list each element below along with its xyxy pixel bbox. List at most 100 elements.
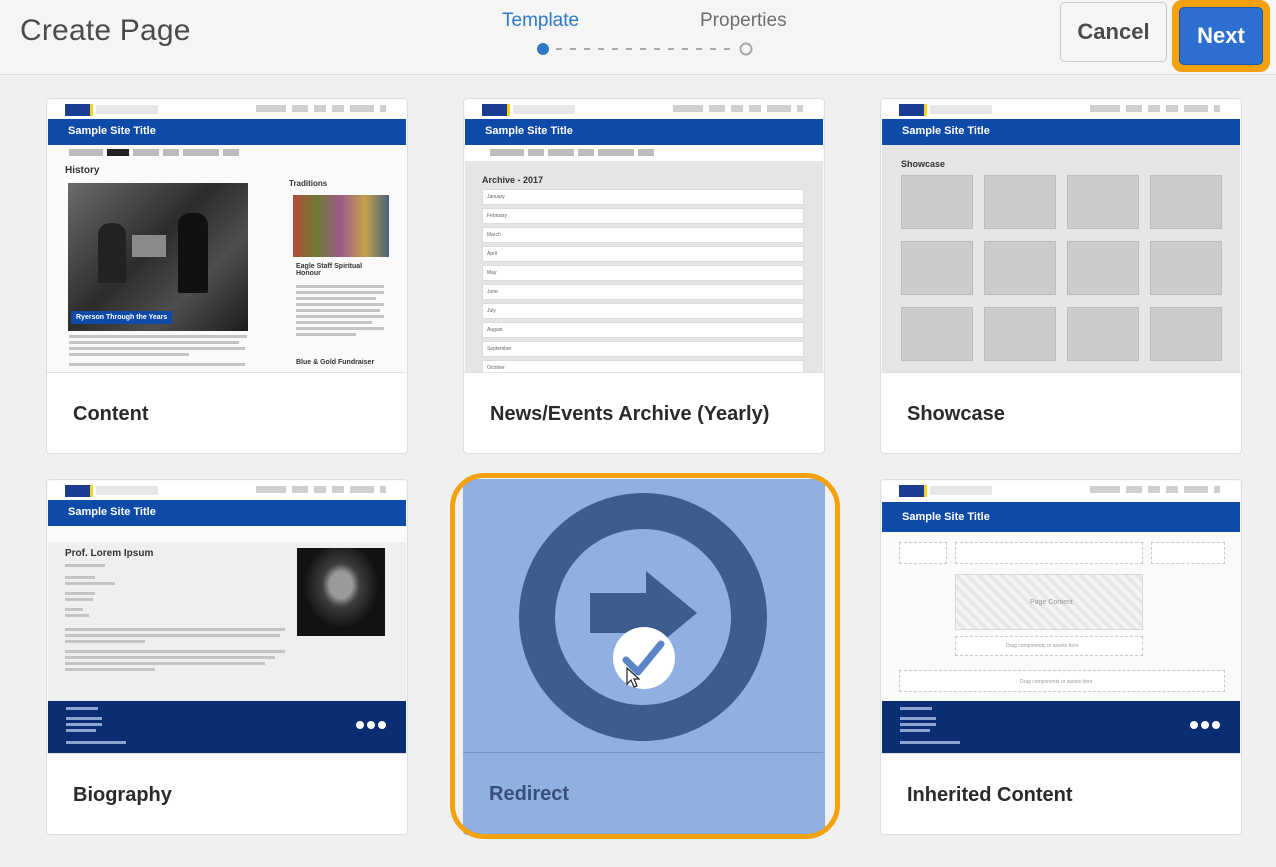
- archive-row: July: [482, 303, 804, 319]
- site-logo: [899, 485, 927, 497]
- template-label: Inherited Content: [907, 784, 1073, 806]
- archive-row: February: [482, 208, 804, 224]
- mini-site-header: [882, 481, 1240, 499]
- archive-row: September: [482, 341, 804, 357]
- site-banner: Sample Site Title: [882, 119, 1240, 145]
- template-thumbnail: Sample Site Title Page Content Drag comp…: [881, 480, 1241, 754]
- drop-zone: [899, 542, 947, 564]
- template-label: Biography: [73, 784, 172, 806]
- template-label: Content: [73, 403, 149, 425]
- showcase-tile: [984, 241, 1056, 295]
- showcase-tile: [1150, 175, 1222, 229]
- site-title: Sample Site Title: [902, 125, 990, 137]
- site-title: Sample Site Title: [485, 125, 573, 137]
- preview-heading: History: [65, 165, 100, 176]
- site-search: [513, 105, 575, 114]
- archive-row: October: [482, 360, 804, 372]
- site-logo: [65, 485, 93, 497]
- template-thumbnail: Sample Site Title Showcase: [881, 99, 1241, 373]
- showcase-tile: [1150, 307, 1222, 361]
- template-label: Showcase: [907, 403, 1005, 425]
- traditions-photo: [293, 195, 389, 257]
- template-thumbnail: Sample Site Title Prof. Lorem Ipsum: [47, 480, 407, 754]
- page-title: Create Page: [20, 14, 191, 47]
- drop-zone: Drag components or assets here: [899, 670, 1225, 692]
- site-nav: [1090, 486, 1220, 493]
- drop-zone: Drag components or assets here: [955, 636, 1143, 656]
- page-content-zone: Page Content: [955, 574, 1143, 630]
- site-title: Sample Site Title: [68, 125, 156, 137]
- showcase-tile: [1067, 175, 1139, 229]
- template-card-biography[interactable]: Sample Site Title Prof. Lorem Ipsum Biog…: [46, 479, 408, 835]
- next-button[interactable]: Next: [1179, 7, 1263, 65]
- site-search: [96, 486, 158, 495]
- drop-zone: [1151, 542, 1225, 564]
- site-nav: [673, 105, 803, 112]
- showcase-tile: [984, 307, 1056, 361]
- archive-row: January: [482, 189, 804, 205]
- mouse-pointer-icon: [626, 666, 641, 694]
- site-banner: Sample Site Title: [48, 119, 406, 145]
- sidebar-item-2: Blue & Gold Fundraiser: [296, 359, 375, 366]
- archive-row: April: [482, 246, 804, 262]
- showcase-tile: [901, 307, 973, 361]
- site-logo: [65, 104, 93, 116]
- site-search: [930, 486, 992, 495]
- showcase-tile: [984, 175, 1056, 229]
- template-card-redirect[interactable]: Redirect: [463, 479, 825, 835]
- template-label: News/Events Archive (Yearly): [490, 403, 770, 425]
- showcase-tile: [901, 175, 973, 229]
- drop-zone: [955, 542, 1143, 564]
- template-thumbnail: [463, 479, 823, 753]
- site-banner: Sample Site Title: [48, 500, 406, 526]
- site-logo: [482, 104, 510, 116]
- checkmark-icon: [613, 627, 675, 689]
- mini-site-header: [48, 481, 406, 499]
- archive-row: May: [482, 265, 804, 281]
- template-card-content[interactable]: Sample Site Title History Ryerson Throug…: [46, 98, 408, 454]
- step-properties[interactable]: Properties: [700, 10, 787, 32]
- showcase-tile: [901, 241, 973, 295]
- wizard-progress: [536, 42, 756, 56]
- site-title: Sample Site Title: [902, 511, 990, 523]
- bio-portrait: [297, 548, 385, 636]
- template-card-inherited-content[interactable]: Sample Site Title Page Content Drag comp…: [880, 479, 1242, 835]
- showcase-tile: [1067, 307, 1139, 361]
- site-nav: [256, 105, 386, 112]
- template-card-showcase[interactable]: Sample Site Title Showcase Showcase: [880, 98, 1242, 454]
- site-tabs: [490, 149, 654, 156]
- next-button-highlight: Next: [1172, 0, 1270, 72]
- archive-row: August: [482, 322, 804, 338]
- template-label: Redirect: [489, 783, 570, 805]
- site-nav: [256, 486, 386, 493]
- bio-name: Prof. Lorem Ipsum: [65, 548, 154, 559]
- mini-site-header: [882, 100, 1240, 118]
- site-tabs: [69, 149, 239, 156]
- showcase-heading: Showcase: [901, 159, 946, 169]
- site-search: [930, 105, 992, 114]
- site-search: [96, 105, 158, 114]
- archive-row: June: [482, 284, 804, 300]
- step-template[interactable]: Template: [502, 10, 579, 32]
- site-title: Sample Site Title: [68, 506, 156, 518]
- mini-site-header: [48, 100, 406, 118]
- step-dot-next: [739, 42, 753, 56]
- cancel-button[interactable]: Cancel: [1060, 2, 1167, 62]
- history-photo: [68, 183, 248, 331]
- template-card-news-archive[interactable]: Sample Site Title Archive - 2017 January…: [463, 98, 825, 454]
- site-footer: [48, 701, 406, 753]
- archive-row: March: [482, 227, 804, 243]
- photo-caption: Ryerson Through the Years: [71, 311, 173, 324]
- showcase-tile: [1150, 241, 1222, 295]
- mini-site-header: [465, 100, 823, 118]
- step-dot-current: [537, 43, 549, 55]
- showcase-tile: [1067, 241, 1139, 295]
- template-thumbnail: Sample Site Title Archive - 2017 January…: [464, 99, 824, 373]
- archive-heading: Archive - 2017: [482, 175, 544, 185]
- site-banner: Sample Site Title: [882, 502, 1240, 532]
- site-logo: [899, 104, 927, 116]
- arrow-circle-icon: [519, 493, 767, 741]
- header-bar: Create Page Template Properties Cancel N…: [0, 0, 1276, 75]
- site-banner: Sample Site Title: [465, 119, 823, 145]
- template-thumbnail: Sample Site Title History Ryerson Throug…: [47, 99, 407, 373]
